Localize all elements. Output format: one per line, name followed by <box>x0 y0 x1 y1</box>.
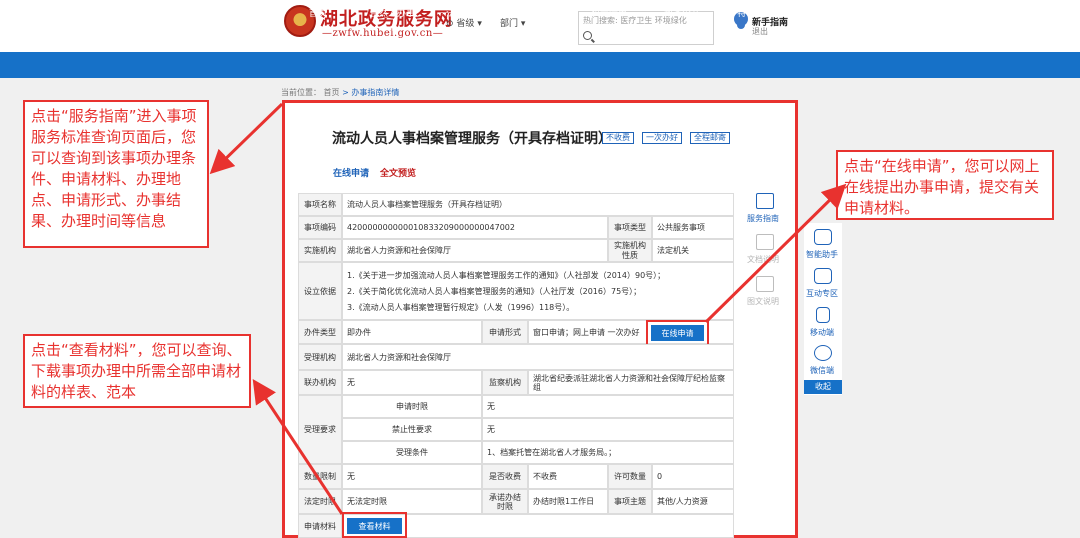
annotation-arrows <box>209 102 847 515</box>
arrow-to-online-note <box>704 183 847 324</box>
arrow-to-materials-note <box>252 378 344 515</box>
arrow-to-guide-note <box>209 102 284 175</box>
